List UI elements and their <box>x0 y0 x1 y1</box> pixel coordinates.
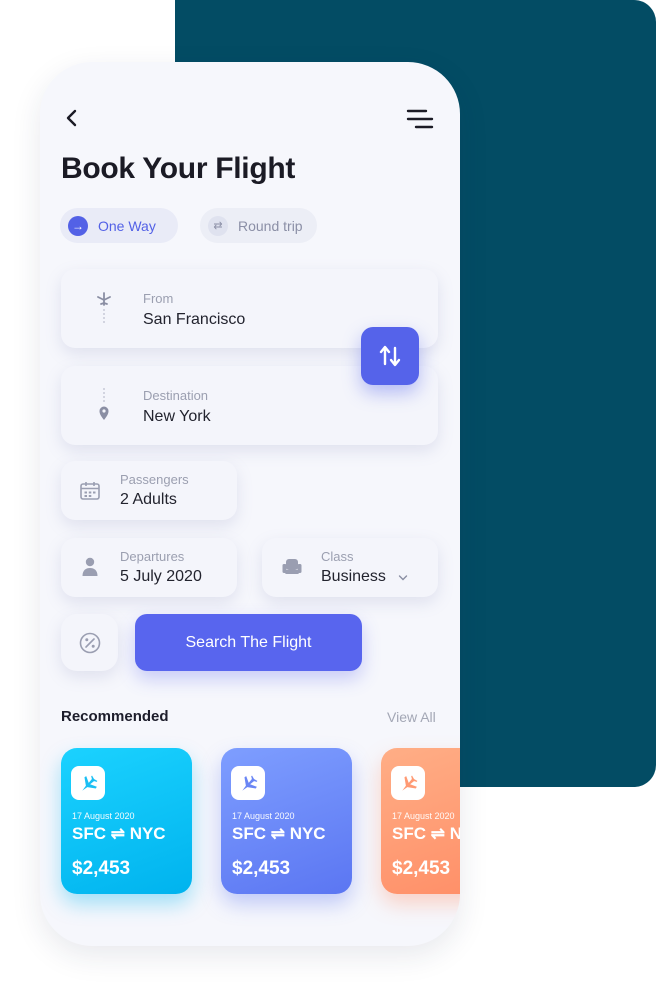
flight-date: 17 August 2020 <box>72 811 135 821</box>
swap-horizontal-icon: ⇄ <box>208 215 228 236</box>
tab-one-way[interactable]: → One Way <box>60 208 178 243</box>
percent-icon <box>79 632 100 653</box>
calendar-icon <box>80 482 100 500</box>
class-value: Business <box>321 568 386 585</box>
flight-date: 17 August 2020 <box>232 811 295 821</box>
destination-value: New York <box>143 408 211 425</box>
view-all-link[interactable]: View All <box>387 709 436 725</box>
back-icon[interactable] <box>62 106 82 130</box>
plane-icon <box>71 766 105 800</box>
search-flight-button[interactable]: Search The Flight <box>135 614 362 671</box>
tab-round-trip[interactable]: ⇄ Round trip <box>200 208 317 243</box>
passengers-field[interactable]: Passengers 2 Adults <box>61 461 237 520</box>
flight-price: $2,453 <box>392 858 451 879</box>
flight-price: $2,453 <box>72 858 131 879</box>
flight-price: $2,453 <box>232 858 291 879</box>
passengers-label: Passengers <box>120 472 189 487</box>
tab-round-trip-label: Round trip <box>238 217 303 234</box>
location-pin-icon <box>99 388 109 420</box>
from-label: From <box>143 291 174 306</box>
from-value: San Francisco <box>143 311 246 328</box>
person-icon <box>82 557 98 576</box>
arrow-right-icon: → <box>68 215 88 236</box>
flight-route: SFC ⇌ NYC <box>232 824 326 843</box>
flight-card[interactable]: 17 August 2020 SFC ⇌ NYC $2,453 <box>61 748 192 894</box>
departures-value: 5 July 2020 <box>120 568 202 585</box>
tab-one-way-label: One Way <box>98 217 156 234</box>
swap-locations-button[interactable] <box>361 327 419 385</box>
plane-icon <box>231 766 265 800</box>
phone-screen: Book Your Flight → One Way ⇄ Round trip … <box>40 62 460 946</box>
swap-icon <box>379 345 401 367</box>
departures-label: Departures <box>120 549 185 564</box>
plane-icon <box>97 292 111 323</box>
recommended-heading: Recommended <box>61 708 169 725</box>
flight-date: 17 August 2020 <box>392 811 455 821</box>
class-label: Class <box>321 549 354 564</box>
flight-card[interactable]: 17 August 2020 SFC ⇌ NYC $2,453 <box>221 748 352 894</box>
departures-field[interactable]: Departures 5 July 2020 <box>61 538 237 597</box>
promo-button[interactable] <box>61 614 118 671</box>
plane-icon <box>391 766 425 800</box>
chevron-down-icon <box>398 575 408 581</box>
passengers-value: 2 Adults <box>120 491 177 508</box>
flight-route: SFC ⇌ NYC <box>72 824 166 843</box>
flight-route: SFC ⇌ NYC <box>392 824 460 843</box>
seat-icon <box>282 559 302 574</box>
page-title: Book Your Flight <box>61 152 296 185</box>
flight-card[interactable]: 17 August 2020 SFC ⇌ NYC $2,453 <box>381 748 460 894</box>
destination-label: Destination <box>143 388 209 403</box>
menu-icon[interactable] <box>406 108 434 130</box>
class-select[interactable]: Class Business <box>262 538 438 597</box>
